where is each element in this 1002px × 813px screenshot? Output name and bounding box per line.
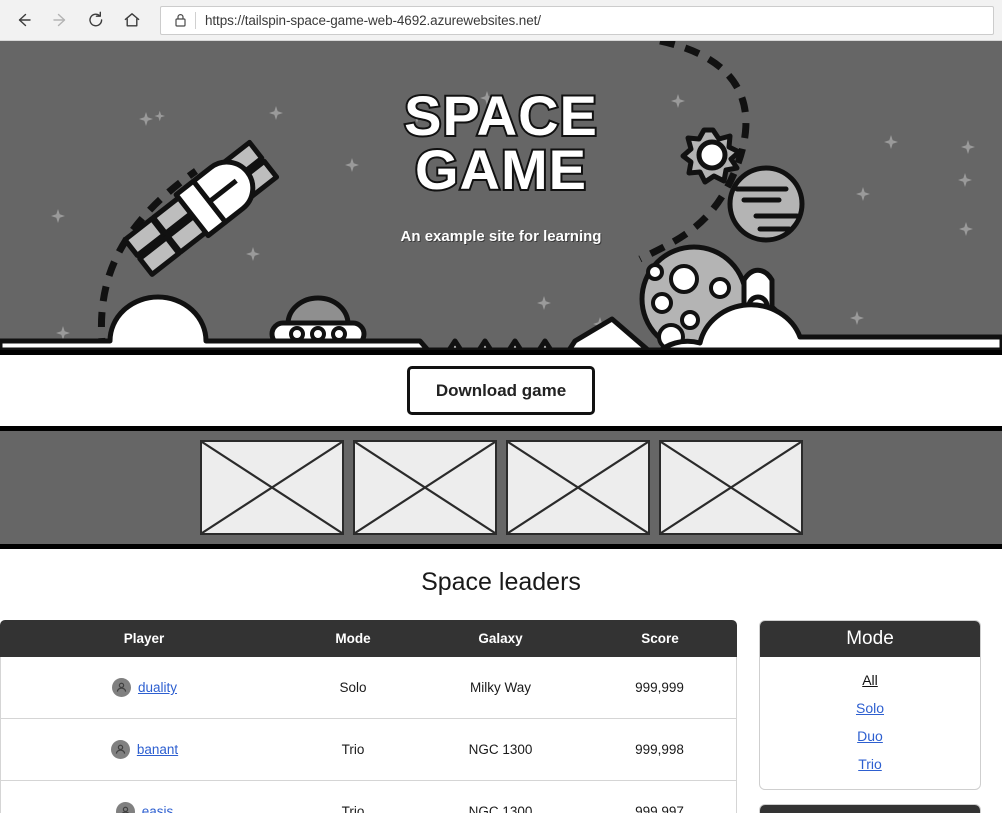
scores-table: Player Mode Galaxy Score <box>0 620 737 813</box>
address-bar[interactable]: https://tailspin-space-game-web-4692.azu… <box>160 6 994 35</box>
satellite-icon <box>123 139 280 277</box>
reload-button[interactable] <box>78 3 114 37</box>
broken-image-icon <box>508 442 648 533</box>
filter-options-mode: All Solo Duo Trio <box>760 657 980 789</box>
player-link[interactable]: easis <box>142 804 174 813</box>
lock-icon <box>169 12 191 28</box>
back-button[interactable] <box>6 3 42 37</box>
leaderboard-section: Space leaders Player Mode Galaxy Score <box>0 549 1002 813</box>
filter-sidebar: Mode All Solo Duo Trio Galaxy <box>737 620 1002 813</box>
column-header-galaxy[interactable]: Galaxy <box>418 620 583 657</box>
cell-mode: Trio <box>288 781 418 813</box>
column-header-player[interactable]: Player <box>0 620 288 657</box>
home-button[interactable] <box>114 3 150 37</box>
column-header-score[interactable]: Score <box>583 620 737 657</box>
cell-galaxy: Milky Way <box>418 657 583 719</box>
planet-icon <box>730 168 802 240</box>
broken-image-icon <box>202 442 342 533</box>
terrain <box>0 297 1002 350</box>
browser-toolbar: https://tailspin-space-game-web-4692.azu… <box>0 0 1002 41</box>
broken-image-placeholder[interactable] <box>200 440 344 535</box>
address-bar-divider <box>195 12 196 29</box>
cell-mode: Trio <box>288 719 418 781</box>
filter-card-galaxy: Galaxy <box>759 804 981 813</box>
table-row: duality Solo Milky Way 999,999 <box>0 657 737 719</box>
download-section: Download game <box>0 355 1002 431</box>
hero-artwork <box>0 41 1002 350</box>
table-row: banant Trio NGC 1300 999,998 <box>0 719 737 781</box>
address-bar-url[interactable]: https://tailspin-space-game-web-4692.azu… <box>205 13 541 28</box>
broken-image-icon <box>661 442 801 533</box>
page-content: SPACE GAME An example site for learning … <box>0 41 1002 813</box>
table-row: easis Trio NGC 1300 999,997 <box>0 781 737 813</box>
leaderboard-body: Player Mode Galaxy Score <box>0 620 1002 813</box>
arrow-right-icon <box>50 10 70 30</box>
arrow-left-icon <box>14 10 34 30</box>
forward-button[interactable] <box>42 3 78 37</box>
cell-galaxy: NGC 1300 <box>418 781 583 813</box>
column-header-mode[interactable]: Mode <box>288 620 418 657</box>
filter-title-galaxy: Galaxy <box>760 805 980 813</box>
avatar <box>111 740 130 759</box>
cell-player: easis <box>0 781 288 813</box>
broken-image-icon <box>355 442 495 533</box>
broken-image-placeholder[interactable] <box>353 440 497 535</box>
avatar <box>112 678 131 697</box>
leaderboard-title: Space leaders <box>0 568 1002 597</box>
screenshot-strip <box>0 431 1002 549</box>
cell-score: 999,998 <box>583 719 737 781</box>
person-icon <box>115 681 128 694</box>
filter-option-duo[interactable]: Duo <box>760 722 980 750</box>
cell-player: banant <box>0 719 288 781</box>
player-link[interactable]: duality <box>138 680 177 695</box>
filter-option-trio[interactable]: Trio <box>760 750 980 778</box>
player-link[interactable]: banant <box>137 742 178 757</box>
avatar <box>116 802 135 813</box>
cell-galaxy: NGC 1300 <box>418 719 583 781</box>
filter-title-mode: Mode <box>760 621 980 657</box>
reload-icon <box>86 10 106 30</box>
filter-option-all[interactable]: All <box>760 666 980 694</box>
person-icon <box>114 743 127 756</box>
download-game-button[interactable]: Download game <box>407 366 595 415</box>
home-icon <box>122 10 142 30</box>
broken-image-placeholder[interactable] <box>659 440 803 535</box>
cell-mode: Solo <box>288 657 418 719</box>
cell-score: 999,999 <box>583 657 737 719</box>
filter-option-solo[interactable]: Solo <box>760 694 980 722</box>
table-header-row: Player Mode Galaxy Score <box>0 620 737 657</box>
cell-player: duality <box>0 657 288 719</box>
broken-image-placeholder[interactable] <box>506 440 650 535</box>
person-icon <box>119 805 132 813</box>
filter-card-mode: Mode All Solo Duo Trio <box>759 620 981 790</box>
hero-banner: SPACE GAME An example site for learning <box>0 41 1002 355</box>
cell-score: 999,997 <box>583 781 737 813</box>
